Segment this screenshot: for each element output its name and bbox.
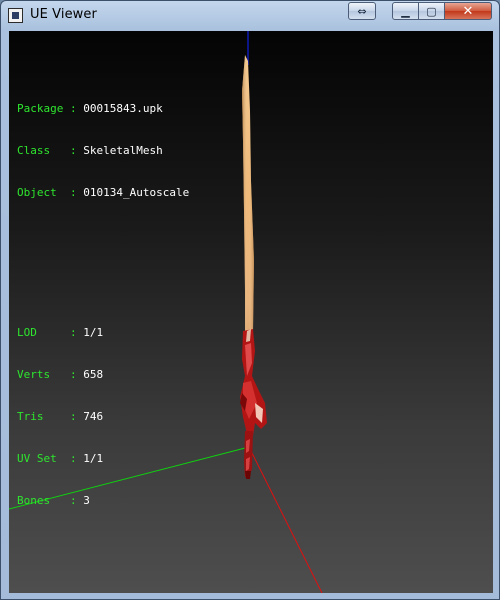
info-sep: : xyxy=(69,494,77,507)
close-icon: ✕ xyxy=(462,3,474,19)
info-value: 1/1 xyxy=(83,452,104,465)
info-row-lod: LOD : 1/1 xyxy=(17,326,189,340)
info-row-bones: Bones : 3 xyxy=(17,494,189,508)
title-bar[interactable]: UE Viewer ⇔ ▁ ▢ ✕ xyxy=(1,1,499,29)
info-row-class: Class : SkeletalMesh xyxy=(17,144,189,158)
maximize-icon: ▢ xyxy=(426,4,437,18)
maximize-button[interactable]: ▢ xyxy=(419,2,445,20)
info-value: 010134_Autoscale xyxy=(83,186,190,199)
minimize-button[interactable]: ▁ xyxy=(392,2,419,20)
close-button[interactable]: ✕ xyxy=(445,2,492,20)
3d-viewport[interactable]: Package : 00015843.upk Class : SkeletalM… xyxy=(9,31,493,593)
minimize-icon: ▁ xyxy=(401,4,410,18)
mesh-info-block: LOD : 1/1 Verts : 658 Tris : 746 UV Set … xyxy=(17,298,189,536)
info-key: Tris xyxy=(17,410,64,423)
info-key: Class xyxy=(17,144,64,157)
info-sep: : xyxy=(69,144,77,157)
sword-model xyxy=(240,55,267,479)
info-key: Verts xyxy=(17,368,64,381)
object-info-block: Package : 00015843.upk Class : SkeletalM… xyxy=(17,74,189,228)
sword-handle xyxy=(244,431,253,477)
info-sep: : xyxy=(69,410,77,423)
info-sep: : xyxy=(69,102,77,115)
info-key: UV Set xyxy=(17,452,64,465)
info-value: 00015843.upk xyxy=(83,102,163,115)
info-value: 746 xyxy=(83,410,104,423)
swap-button[interactable]: ⇔ xyxy=(348,2,376,20)
info-row-verts: Verts : 658 xyxy=(17,368,189,382)
info-value: 1/1 xyxy=(83,326,104,339)
info-row-package: Package : 00015843.upk xyxy=(17,102,189,116)
info-sep: : xyxy=(69,326,77,339)
app-window: UE Viewer ⇔ ▁ ▢ ✕ Package: 00015843.upk… xyxy=(0,0,500,600)
info-row-uvset: UV Set : 1/1 xyxy=(17,452,189,466)
info-value: 658 xyxy=(83,368,104,381)
info-key: Object xyxy=(17,186,64,199)
app-icon[interactable] xyxy=(8,8,23,23)
info-sep: : xyxy=(69,186,77,199)
window-title: UE Viewer xyxy=(30,7,97,22)
model-info-overlay: Package : 00015843.upk Class : SkeletalM… xyxy=(17,46,189,564)
info-value: SkeletalMesh xyxy=(83,144,163,157)
info-key: Package xyxy=(17,102,64,115)
info-key: LOD xyxy=(17,326,64,339)
info-sep: : xyxy=(69,368,77,381)
info-row-tris: Tris : 746 xyxy=(17,410,189,424)
info-sep: : xyxy=(69,452,77,465)
info-key: Bones xyxy=(17,494,64,507)
info-value: 3 xyxy=(83,494,90,507)
info-row-object: Object : 010134_Autoscale xyxy=(17,186,189,200)
x-axis-line xyxy=(248,446,323,593)
swap-arrows-icon: ⇔ xyxy=(357,4,367,18)
sword-guard xyxy=(240,329,267,436)
